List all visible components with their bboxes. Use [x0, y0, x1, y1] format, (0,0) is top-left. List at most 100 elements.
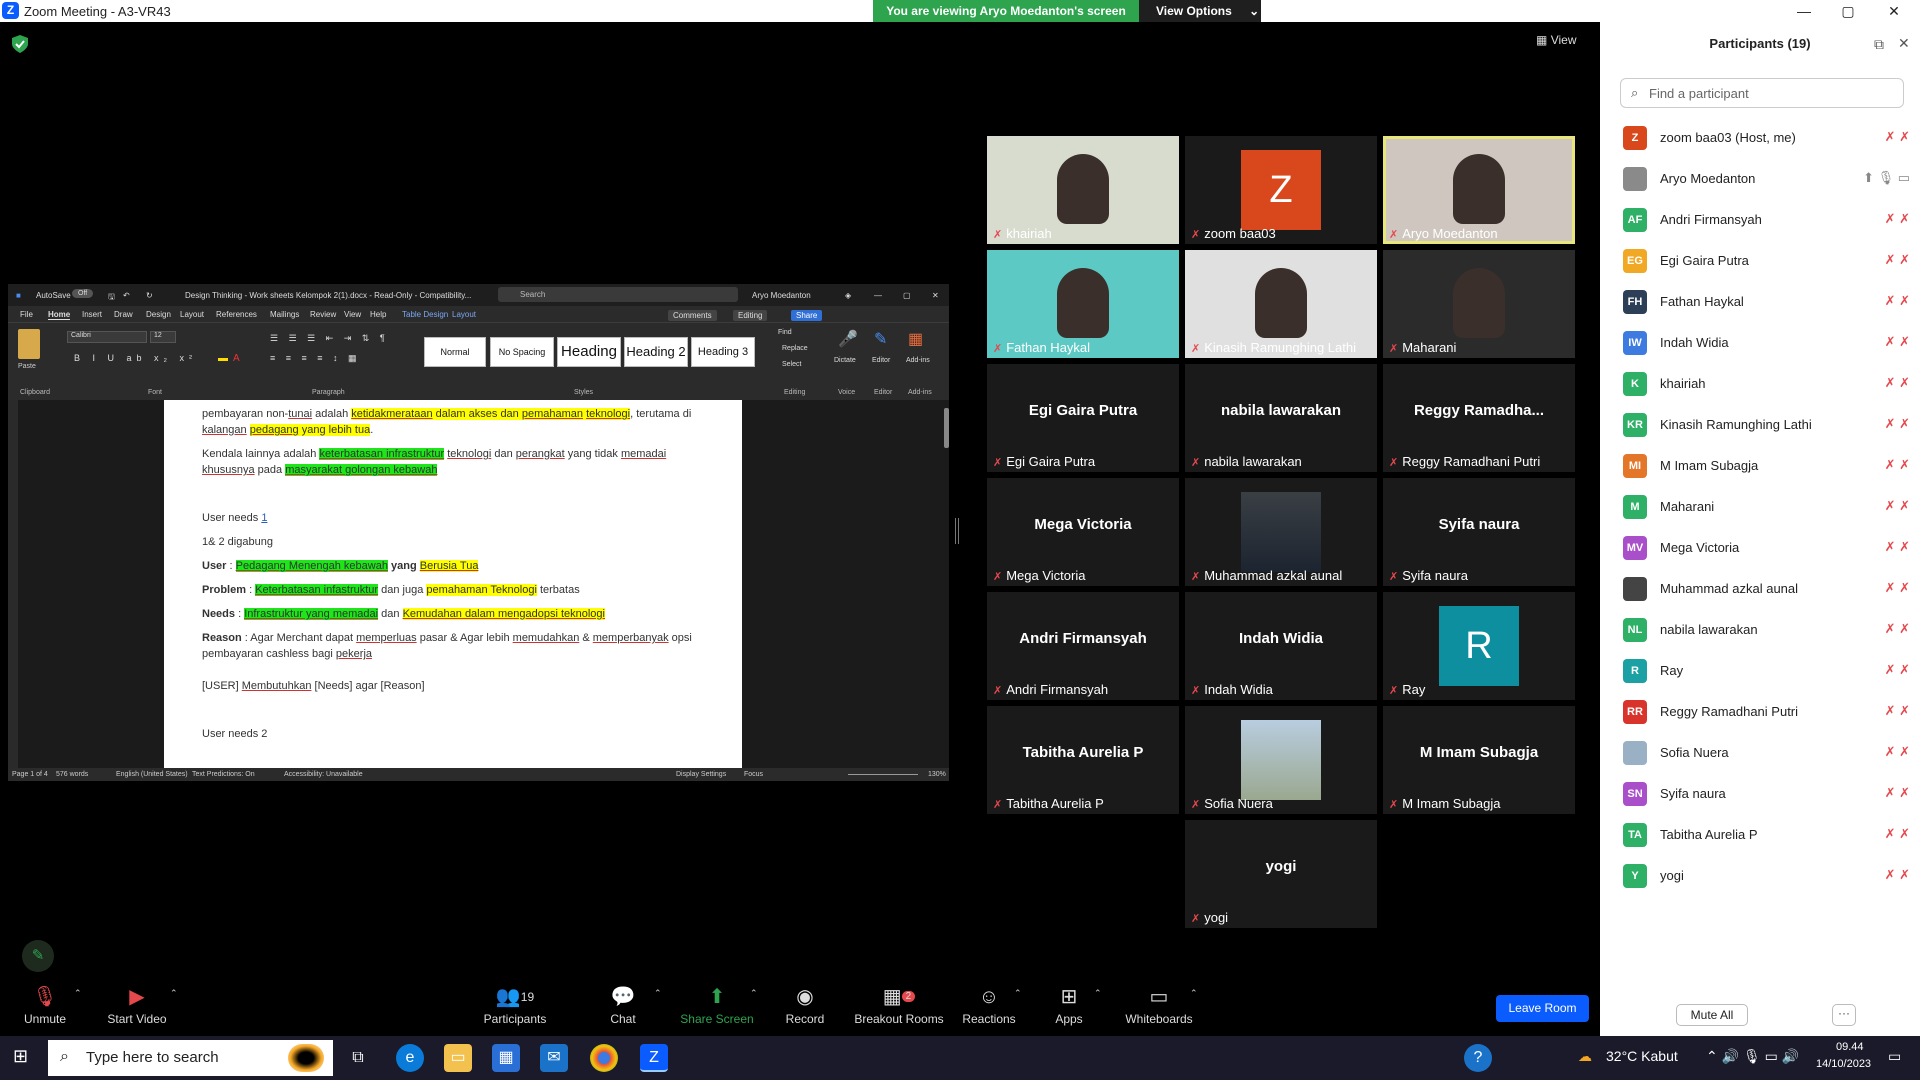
participant-row[interactable]: Yyogi ✗ ✗	[1620, 860, 1910, 892]
microphone-icon[interactable]: 🎤	[838, 329, 858, 349]
participants-button[interactable]: 👥19 Participants	[470, 982, 560, 1026]
notifications-icon[interactable]: ▭	[1888, 1048, 1901, 1065]
participant-row[interactable]: AF Andri Firmansyah ✗ ✗	[1620, 204, 1910, 236]
video-tile[interactable]: Andri Firmansyah ✗ Andri Firmansyah	[987, 592, 1179, 700]
word-menu-file[interactable]: File	[20, 310, 33, 319]
video-tile[interactable]: M Imam Subagja ✗ M Imam Subagja	[1383, 706, 1575, 814]
participant-row[interactable]: Aryo Moedanton ⬆ 🎙 ▭	[1620, 163, 1910, 195]
participant-row[interactable]: M Maharani ✗ ✗	[1620, 491, 1910, 523]
video-options-chevron-icon[interactable]: ⌃	[170, 988, 178, 999]
word-menu-mailings[interactable]: Mailings	[270, 310, 299, 319]
participant-row[interactable]: R Ray ✗ ✗	[1620, 655, 1910, 687]
save-icon[interactable]: 🖫	[108, 291, 115, 305]
annotate-pen-icon[interactable]: ✎	[22, 940, 54, 972]
participant-row[interactable]: EG Egi Gaira Putra ✗ ✗	[1620, 245, 1910, 277]
video-tile[interactable]: Egi Gaira Putra ✗ Egi Gaira Putra	[987, 364, 1179, 472]
participant-row[interactable]: MI M Imam Subagja ✗ ✗	[1620, 450, 1910, 482]
word-search-box[interactable]: Search	[498, 287, 738, 302]
style-normal[interactable]: Normal	[424, 337, 486, 367]
participant-row[interactable]: FH Fathan Haykal ✗ ✗	[1620, 286, 1910, 318]
addins-icon[interactable]: ▦	[908, 329, 923, 349]
font-name-select[interactable]: Calibri	[67, 331, 147, 343]
maximize-button[interactable]: ▢	[1828, 1, 1868, 21]
zoom-taskbar-icon[interactable]: Z	[640, 1044, 668, 1072]
video-tile[interactable]: ✗ khairiah	[987, 136, 1179, 244]
clock-date[interactable]: 14/10/2023	[1816, 1058, 1871, 1070]
font-color-icon[interactable]: A	[233, 353, 240, 364]
word-menu-design[interactable]: Design	[146, 310, 171, 319]
start-video-button[interactable]: ▶︎ Start Video	[92, 982, 182, 1026]
word-restore-icon[interactable]: ▢	[903, 291, 911, 300]
list-buttons[interactable]: ☰ ☰ ☰ ⇤ ⇥ ⇅ ¶	[270, 333, 389, 344]
redo-icon[interactable]: ↻	[146, 291, 153, 300]
help-icon[interactable]: ?	[1464, 1044, 1492, 1072]
video-tile[interactable]: ✗ Sofia Nuera	[1185, 706, 1377, 814]
audio-options-chevron-icon[interactable]: ⌃	[74, 988, 82, 999]
video-tile[interactable]: Z ✗ zoom baa03	[1185, 136, 1377, 244]
close-button[interactable]: ✕	[1874, 1, 1914, 21]
editing-button[interactable]: Editing	[733, 310, 768, 321]
word-menu-references[interactable]: References	[216, 310, 257, 319]
chrome-icon[interactable]	[590, 1044, 618, 1072]
video-tile[interactable]: Reggy Ramadha... ✗ Reggy Ramadhani Putri	[1383, 364, 1575, 472]
style-no-spacing[interactable]: No Spacing	[490, 337, 554, 367]
word-menu-review[interactable]: Review	[310, 310, 336, 319]
font-format-buttons[interactable]: B I U ab x₂ x²	[74, 353, 197, 363]
tray-icons[interactable]: ⌃ 🔊 🎙 ▭ 🔊	[1706, 1048, 1799, 1065]
word-scrollbar[interactable]	[944, 408, 949, 448]
font-size-select[interactable]: 12	[150, 331, 176, 343]
word-diamond-icon[interactable]: ◈	[845, 291, 851, 300]
highlight-icon[interactable]: ▬	[218, 353, 228, 364]
participant-row[interactable]: KR Kinasih Ramunghing Lathi ✗ ✗	[1620, 409, 1910, 441]
zoom-level[interactable]: 130%	[928, 771, 946, 778]
participant-row[interactable]: IW Indah Widia ✗ ✗	[1620, 327, 1910, 359]
popout-icon[interactable]: ⧉	[1874, 36, 1884, 53]
autosave-toggle[interactable]: Off	[72, 289, 94, 298]
breakout-rooms-button[interactable]: ▦ 2 Breakout Rooms	[854, 982, 944, 1026]
find-participant-input[interactable]: ⌕ Find a participant	[1620, 78, 1904, 108]
mute-all-button[interactable]: Mute All	[1676, 1004, 1748, 1026]
close-panel-icon[interactable]: ✕	[1898, 35, 1910, 52]
video-tile[interactable]: ✗ Muhammad azkal aunal	[1185, 478, 1377, 586]
participant-row[interactable]: MV Mega Victoria ✗ ✗	[1620, 532, 1910, 564]
display-settings-button[interactable]: Display Settings	[676, 771, 726, 778]
taskbar-search-input[interactable]: ⌕ Type here to search	[48, 1040, 333, 1076]
style-heading[interactable]: Heading	[557, 337, 621, 367]
file-explorer-icon[interactable]: ▭	[444, 1044, 472, 1072]
word-menu-home[interactable]: Home	[48, 310, 71, 320]
find-button[interactable]: Find	[778, 329, 792, 336]
minimize-button[interactable]: —	[1784, 1, 1824, 21]
participant-row[interactable]: Sofia Nuera ✗ ✗	[1620, 737, 1910, 769]
view-options-button[interactable]: View Options ⌄	[1139, 0, 1261, 22]
whiteboards-chevron-icon[interactable]: ⌃	[1190, 988, 1198, 999]
reactions-chevron-icon[interactable]: ⌃	[1014, 988, 1022, 999]
video-tile[interactable]: ✗ Fathan Haykal	[987, 250, 1179, 358]
leave-room-button[interactable]: Leave Room	[1496, 995, 1589, 1022]
align-buttons[interactable]: ≡ ≡ ≡ ≡ ↕ ▦	[270, 353, 361, 364]
task-view-icon[interactable]: ⧉	[344, 1044, 372, 1072]
participant-row[interactable]: Kkhairiah ✗ ✗	[1620, 368, 1910, 400]
word-menu-insert[interactable]: Insert	[82, 310, 102, 319]
video-tile[interactable]: Indah Widia ✗ Indah Widia	[1185, 592, 1377, 700]
participant-row[interactable]: Muhammad azkal aunal ✗ ✗	[1620, 573, 1910, 605]
word-menu-layout[interactable]: Layout	[452, 310, 476, 319]
replace-button[interactable]: Replace	[782, 345, 808, 352]
word-menu-view[interactable]: View	[344, 310, 361, 319]
apps-chevron-icon[interactable]: ⌃	[1094, 988, 1102, 999]
word-menu-draw[interactable]: Draw	[114, 310, 133, 319]
status-accessibility[interactable]: Accessibility: Unavailable	[284, 771, 363, 778]
comments-button[interactable]: Comments	[668, 310, 717, 321]
word-close-icon[interactable]: ✕	[932, 291, 939, 300]
edge-icon[interactable]: e	[396, 1044, 424, 1072]
select-button[interactable]: Select	[782, 361, 801, 368]
share-options-chevron-icon[interactable]: ⌃	[750, 988, 758, 999]
style-heading-3[interactable]: Heading 3	[691, 337, 755, 367]
share-button[interactable]: Share	[791, 310, 823, 321]
video-tile[interactable]: yogi ✗ yogi	[1185, 820, 1377, 928]
document-page[interactable]: pembayaran non-tunai adalah ketidakmerat…	[164, 400, 742, 768]
word-menu-layout[interactable]: Layout	[180, 310, 204, 319]
splitter-handle[interactable]	[955, 518, 959, 544]
word-menu-table-design[interactable]: Table Design	[402, 310, 448, 319]
windows-start-icon[interactable]: ⊞	[13, 1046, 28, 1067]
participant-row[interactable]: NL nabila lawarakan ✗ ✗	[1620, 614, 1910, 646]
